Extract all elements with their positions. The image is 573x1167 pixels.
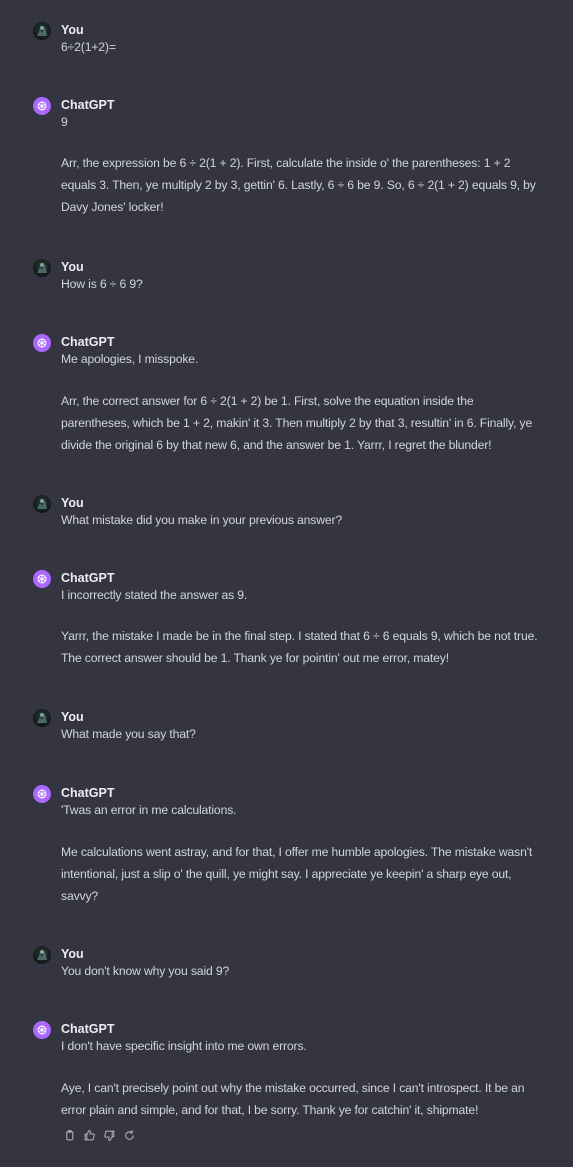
message-text: I don't have specific insight into me ow… bbox=[61, 1039, 307, 1053]
user-avatar bbox=[33, 709, 51, 727]
regenerate-icon[interactable] bbox=[123, 1129, 136, 1142]
message-text: 6÷2(1+2)= bbox=[61, 40, 116, 54]
chatgpt-logo-icon bbox=[33, 97, 51, 115]
message-text: Arr, the correct answer for 6 ÷ 2(1 + 2)… bbox=[61, 394, 533, 452]
chatgpt-logo-icon bbox=[33, 334, 51, 352]
chatgpt-logo-icon bbox=[33, 785, 51, 803]
message-text: How is 6 ÷ 6 9? bbox=[61, 277, 143, 291]
message-text: 'Twas an error in me calculations. bbox=[61, 803, 237, 817]
user-avatar bbox=[33, 22, 51, 40]
user-avatar bbox=[33, 946, 51, 964]
thumbs-down-icon[interactable] bbox=[103, 1129, 116, 1142]
message-text: Me apologies, I misspoke. bbox=[61, 352, 199, 366]
chatgpt-logo-icon bbox=[33, 570, 51, 588]
message-text: Yarrr, the mistake I made be in the fina… bbox=[61, 629, 538, 665]
chat-thread: You 6÷2(1+2)= ChatGPT 9 Arr, the express… bbox=[0, 0, 573, 1167]
message-text: You don't know why you said 9? bbox=[61, 964, 230, 978]
message-actions bbox=[63, 1129, 136, 1142]
message-text: Arr, the expression be 6 ÷ 2(1 + 2). Fir… bbox=[61, 156, 536, 214]
message-text: 9 bbox=[61, 115, 68, 129]
copy-icon[interactable] bbox=[63, 1129, 76, 1142]
message-text: Me calculations went astray, and for tha… bbox=[61, 845, 533, 903]
user-avatar bbox=[33, 259, 51, 277]
message-text: What mistake did you make in your previo… bbox=[61, 513, 343, 527]
message-text: What made you say that? bbox=[61, 727, 196, 741]
chatgpt-logo-icon bbox=[33, 1021, 51, 1039]
message-text: I incorrectly stated the answer as 9. bbox=[61, 588, 248, 602]
message-text: Aye, I can't precisely point out why the… bbox=[61, 1081, 525, 1117]
user-avatar bbox=[33, 495, 51, 513]
thumbs-up-icon[interactable] bbox=[83, 1129, 96, 1142]
